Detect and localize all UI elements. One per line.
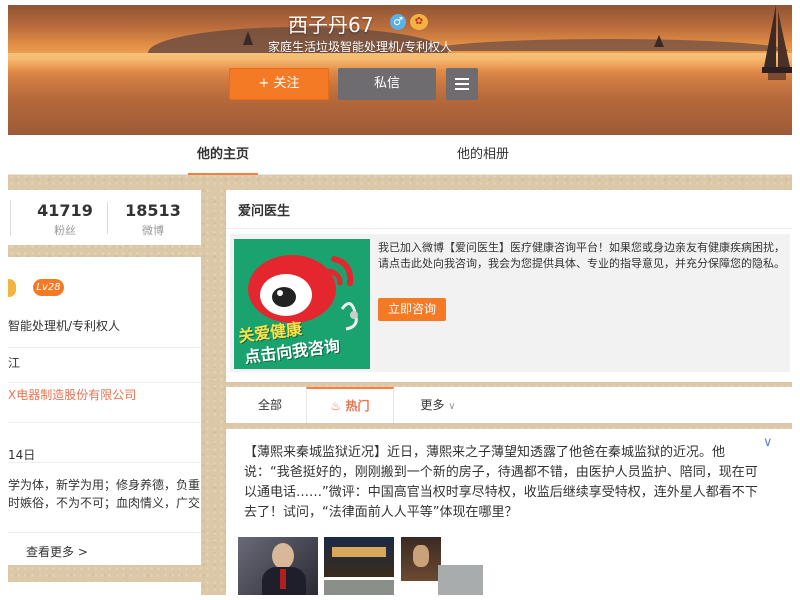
doctor-description: 我已加入微博【爱问医生】医疗健康咨询平台！如果您或身边亲友有健康疾病困扰，请点击… bbox=[378, 241, 785, 270]
company-link[interactable]: X电器制造股份有限公司 bbox=[8, 386, 136, 403]
fans-label: 粉丝 bbox=[54, 224, 76, 237]
vip-badge-icon[interactable]: ✿ bbox=[410, 14, 428, 30]
profile-tabs: 他的主页 他的相册 bbox=[8, 135, 792, 175]
post-image-4[interactable] bbox=[324, 580, 394, 595]
message-button[interactable]: 私信 bbox=[338, 68, 436, 100]
verified-icon bbox=[8, 279, 16, 297]
follow-button[interactable]: + 关注 bbox=[229, 68, 329, 100]
date-text: 14日 bbox=[8, 448, 36, 462]
feed-tab-hot-label: 热门 bbox=[345, 399, 370, 413]
menu-icon bbox=[455, 78, 469, 80]
doctor-ad-image[interactable]: 关爱健康 点击向我咨询 bbox=[234, 239, 370, 369]
profile-cover: 西子丹67 ♂ ✿ 家庭生活垃圾智能处理机/专利权人 + 关注 私信 bbox=[8, 5, 792, 135]
see-more-link[interactable]: 查看更多 > bbox=[26, 543, 88, 560]
male-icon: ♂ bbox=[390, 14, 406, 30]
post-text: 【薄熙来秦城监狱近况】近日，薄熙来之子薄望知透露了他爸在秦城监狱的近况。他说：“… bbox=[244, 445, 758, 520]
feed-tab-all[interactable]: 全部 bbox=[240, 387, 300, 423]
motto-line-1: 学为体，新学为用；修身养德，负重 bbox=[8, 478, 201, 492]
level-badge[interactable]: Lv28 bbox=[33, 279, 64, 296]
occupation-text: 智能处理机/专利权人 bbox=[8, 319, 121, 333]
weibo-label: 微博 bbox=[142, 224, 164, 237]
post-menu-chevron-icon[interactable]: ∨ bbox=[763, 435, 773, 450]
fans-stat[interactable]: 41719 粉丝 bbox=[30, 201, 100, 238]
tab-album[interactable]: 他的相册 bbox=[448, 135, 518, 175]
next-card bbox=[8, 582, 201, 595]
chevron-down-icon: ∨ bbox=[448, 401, 456, 412]
flame-icon: ♨ bbox=[330, 399, 342, 413]
stats-card: 41719 粉丝 18513 微博 bbox=[8, 190, 201, 245]
profile-intro: 家庭生活垃圾智能处理机/专利权人 bbox=[268, 40, 453, 54]
post-image-5[interactable] bbox=[438, 565, 483, 595]
feed-tab-hot[interactable]: ♨ 热门 bbox=[306, 387, 394, 423]
post-image-3[interactable] bbox=[401, 537, 441, 581]
location-text: 江 bbox=[8, 356, 21, 370]
profile-name: 西子丹67 bbox=[288, 13, 374, 37]
sailboat-silhouette bbox=[762, 5, 792, 80]
fans-count: 41719 bbox=[37, 201, 93, 220]
tab-home[interactable]: 他的主页 bbox=[188, 135, 258, 175]
weibo-stat[interactable]: 18513 微博 bbox=[118, 201, 188, 238]
doctor-title: 爱问医生 bbox=[238, 204, 291, 219]
weibo-count: 18513 bbox=[125, 201, 181, 220]
consult-now-button[interactable]: 立即咨询 bbox=[378, 298, 446, 321]
post-image-2[interactable] bbox=[324, 537, 394, 577]
feed-tab-more-label: 更多 bbox=[420, 398, 445, 412]
more-menu-button[interactable] bbox=[446, 68, 478, 100]
weibo-profile-page: 西子丹67 ♂ ✿ 家庭生活垃圾智能处理机/专利权人 + 关注 私信 他的主页 … bbox=[8, 5, 792, 595]
feed-tab-more[interactable]: 更多 ∨ bbox=[408, 387, 468, 423]
info-card bbox=[8, 257, 201, 565]
motto-line-2: 时嫉俗，不为不可；血肉情义，广交 bbox=[8, 496, 201, 510]
post-image-1[interactable] bbox=[238, 537, 318, 595]
